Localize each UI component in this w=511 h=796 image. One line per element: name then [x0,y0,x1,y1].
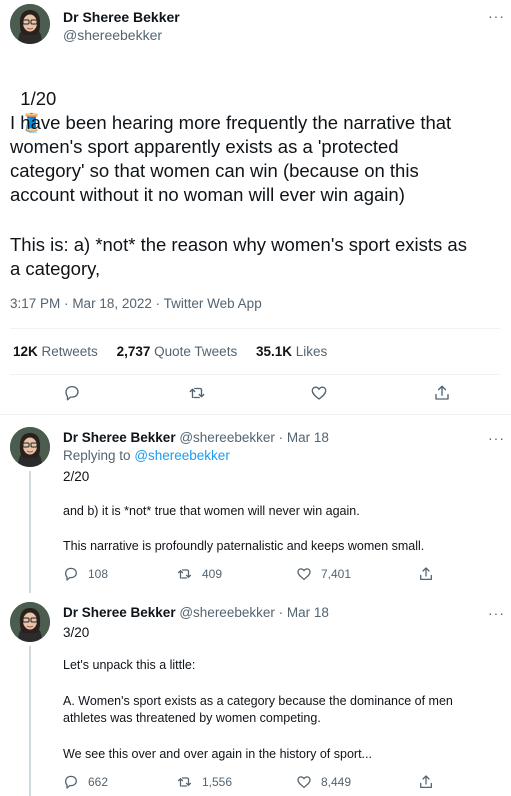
author-name[interactable]: Dr Sheree Bekker [63,605,176,620]
reply-button[interactable] [63,384,81,402]
reply-icon [65,775,77,789]
replying-to: Replying to @shereebekker [63,448,230,463]
quotes-count: 2,737 [116,344,151,359]
share-icon [420,775,432,788]
meta-separator: · [64,296,69,311]
meta-separator: · [155,296,161,311]
reply-line-2: This narrative is profoundly paternalist… [63,539,425,553]
tweet-source: Twitter Web App [163,296,262,311]
reply-date[interactable]: Mar 18 [287,430,329,445]
share-icon [420,567,432,580]
like-button[interactable]: 7,401 [296,566,351,582]
reply-header: Dr Sheree Bekker @shereebekker · Mar 18 [63,605,329,620]
author-name[interactable]: Dr Sheree Bekker [63,430,176,445]
share-button[interactable] [418,774,434,790]
retweet-icon [189,387,205,399]
reply-line-1: and b) it is *not* true that women will … [63,504,360,518]
meta-separator: · [278,605,284,620]
reply-header: Dr Sheree Bekker @shereebekker · Mar 18 [63,430,329,445]
avatar[interactable] [10,427,50,467]
reply-line-1: Let's unpack this a little: [63,658,196,672]
reply-icon [65,567,77,581]
thread-connector [29,471,31,593]
share-icon [435,385,449,400]
like-count: 7,401 [321,567,352,581]
divider [10,374,500,375]
tweet-number-text: 1/20 [20,88,57,109]
quotes-stat[interactable]: 2,737 Quote Tweets [117,344,238,359]
retweets-label: Retweets [41,344,98,359]
more-options-icon[interactable]: ··· [488,431,505,445]
like-icon [297,776,311,788]
tweet-date[interactable]: Mar 18, 2022 [72,296,152,311]
retweet-count: 1,556 [202,775,233,789]
reply-icon [65,385,79,401]
reply-number: 2/20 [63,469,90,484]
divider [10,328,500,329]
reply-button[interactable]: 662 [63,774,108,790]
reply-button[interactable]: 108 [63,566,108,582]
tweet-paragraph-2: This is: a) *not* the reason why women's… [10,234,467,279]
replying-to-link[interactable]: @shereebekker [134,448,230,463]
likes-label: Likes [295,344,328,359]
retweets-count: 12K [13,344,38,359]
avatar[interactable] [10,4,50,44]
like-count: 8,449 [321,775,352,789]
retweet-icon [177,777,192,787]
avatar[interactable] [10,602,50,642]
more-options-icon[interactable]: ··· [488,9,505,23]
replying-prefix: Replying to [63,448,131,463]
retweet-count: 409 [202,567,223,581]
tweet-stats: 12K Retweets 2,737 Quote Tweets 35.1K Li… [13,344,342,359]
like-icon [311,386,327,400]
retweet-button[interactable]: 1,556 [176,774,232,790]
retweets-stat[interactable]: 12K Retweets [13,344,98,359]
more-options-icon[interactable]: ··· [488,606,505,620]
author-handle[interactable]: @shereebekker [63,27,162,43]
thread-connector [29,646,31,796]
like-button[interactable]: 8,449 [296,774,351,790]
retweet-button[interactable]: 409 [176,566,222,582]
likes-stat[interactable]: 35.1K Likes [256,344,327,359]
reply-line-3: We see this over and over again in the h… [63,747,372,761]
reply-count: 108 [88,567,109,581]
quotes-label: Quote Tweets [154,344,238,359]
tweet-meta: 3:17 PM · Mar 18, 2022 · Twitter Web App [10,296,262,311]
tweet-paragraph-1: I have been hearing more frequently the … [10,112,452,205]
reply-date[interactable]: Mar 18 [287,605,329,620]
divider [0,414,511,415]
share-button[interactable] [418,566,434,582]
retweet-icon [177,569,192,579]
author-name[interactable]: Dr Sheree Bekker [63,9,180,25]
author-handle[interactable]: @shereebekker [179,605,275,620]
tweet-time[interactable]: 3:17 PM [10,296,60,311]
reply-line-2: A. Women's sport exists as a category be… [63,694,453,725]
like-icon [297,568,311,580]
likes-count: 35.1K [255,344,292,359]
like-button[interactable] [310,384,328,402]
author-handle[interactable]: @shereebekker [179,430,275,445]
share-button[interactable] [433,384,451,402]
reply-count: 662 [88,775,109,789]
reply-number: 3/20 [63,625,90,640]
meta-separator: · [278,430,284,445]
retweet-button[interactable] [187,384,207,402]
